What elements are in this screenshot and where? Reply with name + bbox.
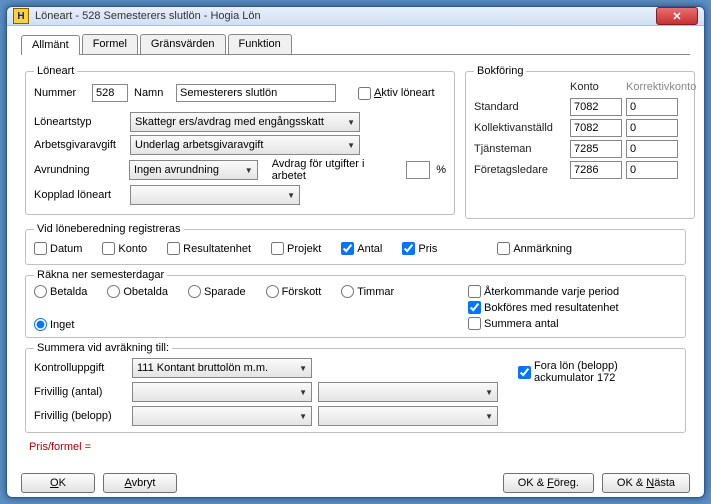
row-tjansteman-korr[interactable] (626, 140, 678, 158)
summera-legend: Summera vid avräkning till: (34, 342, 172, 354)
tab-formel[interactable]: Formel (82, 34, 138, 54)
registreras-group: Vid löneberedning registreras Datum Kont… (25, 223, 686, 265)
loneartstyp-label: Löneartstyp (34, 116, 124, 128)
semester-legend: Räkna ner semesterdagar (34, 269, 167, 281)
row-tjansteman-konto[interactable] (570, 140, 622, 158)
fora-label: Fora lön (belopp) ackumulator 172 (534, 360, 668, 384)
row-kollektiv-label: Kollektivanställd (474, 122, 564, 134)
arbetsgivaravgift-select[interactable]: Underlag arbetsgivaravgift (130, 135, 360, 155)
kopplad-select[interactable] (130, 185, 300, 205)
chk-konto[interactable]: Konto (102, 242, 147, 255)
chk-bokfores-resultatenhet[interactable]: Bokföres med resultatenhet (468, 301, 619, 314)
loneart-legend: Löneart (34, 65, 77, 77)
radio-timmar[interactable]: Timmar (341, 285, 394, 298)
avrundning-label: Avrundning (34, 164, 123, 176)
titlebar: H Löneart - 528 Semesterers slutlön - Ho… (7, 7, 704, 26)
radio-forskott[interactable]: Förskott (266, 285, 322, 298)
ok-nasta-button[interactable]: OK & Nästa (602, 473, 690, 493)
frivillig-belopp-b-select[interactable] (318, 406, 498, 426)
bokforing-group: Bokföring Konto Korrektivkonto Standard … (465, 65, 695, 219)
radio-sparade[interactable]: Sparade (188, 285, 246, 298)
frivillig-antal-label: Frivillig (antal) (34, 386, 126, 398)
avdrag-pct-input[interactable] (406, 161, 430, 179)
tab-allmant[interactable]: Allmänt (21, 35, 80, 55)
loneart-group: Löneart Nummer Namn Aktiv löneart (25, 65, 455, 215)
chk-antal[interactable]: Antal (341, 242, 382, 255)
frivillig-belopp-label: Frivillig (belopp) (34, 410, 126, 422)
namn-input[interactable] (176, 84, 336, 102)
loneartstyp-select[interactable]: Skattegr ers/avdrag med engångsskatt (130, 112, 360, 132)
aktiv-loneart-input[interactable] (358, 87, 371, 100)
radio-inget[interactable]: Inget (34, 318, 74, 331)
arbetsgivaravgift-label: Arbetsgivaravgift (34, 139, 124, 151)
row-standard-korr[interactable] (626, 98, 678, 116)
frivillig-antal-b-select[interactable] (318, 382, 498, 402)
row-kollektiv-konto[interactable] (570, 119, 622, 137)
korrektiv-header: Korrektivkonto (626, 81, 686, 95)
konto-header: Konto (570, 81, 620, 95)
avbryt-button[interactable]: Avbryt (103, 473, 177, 493)
semester-group: Räkna ner semesterdagar Betalda Obetalda… (25, 269, 686, 338)
kopplad-label: Kopplad löneart (34, 189, 124, 201)
avdrag-label: Avdrag för utgifter i arbetet (272, 158, 401, 182)
close-button[interactable]: ✕ (656, 7, 698, 25)
namn-label: Namn (134, 87, 170, 99)
app-icon: H (13, 8, 29, 24)
summera-group: Summera vid avräkning till: Kontrolluppg… (25, 342, 686, 433)
chk-projekt[interactable]: Projekt (271, 242, 321, 255)
chk-summera-antal[interactable]: Summera antal (468, 317, 619, 330)
chk-aterkommande[interactable]: Återkommande varje period (468, 285, 619, 298)
row-standard-label: Standard (474, 101, 564, 113)
nummer-label: Nummer (34, 87, 86, 99)
row-kollektiv-korr[interactable] (626, 119, 678, 137)
row-foretagsledare-label: Företagsledare (474, 164, 564, 176)
window-title: Löneart - 528 Semesterers slutlön - Hogi… (35, 10, 656, 22)
avrundning-select[interactable]: Ingen avrundning (129, 160, 258, 180)
tab-strip: Allmänt Formel Gränsvärden Funktion (21, 34, 690, 55)
row-foretagsledare-konto[interactable] (570, 161, 622, 179)
frivillig-belopp-a-select[interactable] (132, 406, 312, 426)
bokforing-legend: Bokföring (474, 65, 526, 77)
pris-formel-text: Pris/formel = (29, 441, 686, 453)
registreras-legend: Vid löneberedning registreras (34, 223, 184, 235)
chk-fora-lon[interactable]: Fora lön (belopp) ackumulator 172 (518, 360, 668, 384)
aktiv-loneart-label: Aktiv löneart (374, 87, 435, 99)
row-foretagsledare-korr[interactable] (626, 161, 678, 179)
ok-button[interactable]: OK (21, 473, 95, 493)
kontroll-select[interactable]: 111 Kontant bruttolön m.m. (132, 358, 312, 378)
tab-gransvarden[interactable]: Gränsvärden (140, 34, 226, 54)
row-standard-konto[interactable] (570, 98, 622, 116)
row-tjansteman-label: Tjänsteman (474, 143, 564, 155)
chk-pris[interactable]: Pris (402, 242, 437, 255)
radio-betalda[interactable]: Betalda (34, 285, 87, 298)
frivillig-antal-a-select[interactable] (132, 382, 312, 402)
percent-sign: % (436, 164, 446, 176)
aktiv-loneart-checkbox[interactable]: Aktiv löneart (358, 87, 435, 100)
chk-resultatenhet[interactable]: Resultatenhet (167, 242, 251, 255)
chk-datum[interactable]: Datum (34, 242, 82, 255)
radio-obetalda[interactable]: Obetalda (107, 285, 168, 298)
tab-funktion[interactable]: Funktion (228, 34, 292, 54)
kontroll-label: Kontrolluppgift (34, 362, 126, 374)
chk-anmarkning[interactable]: Anmärkning (497, 242, 572, 255)
ok-foreg-button[interactable]: OK & Föreg. (503, 473, 594, 493)
nummer-input[interactable] (92, 84, 128, 102)
